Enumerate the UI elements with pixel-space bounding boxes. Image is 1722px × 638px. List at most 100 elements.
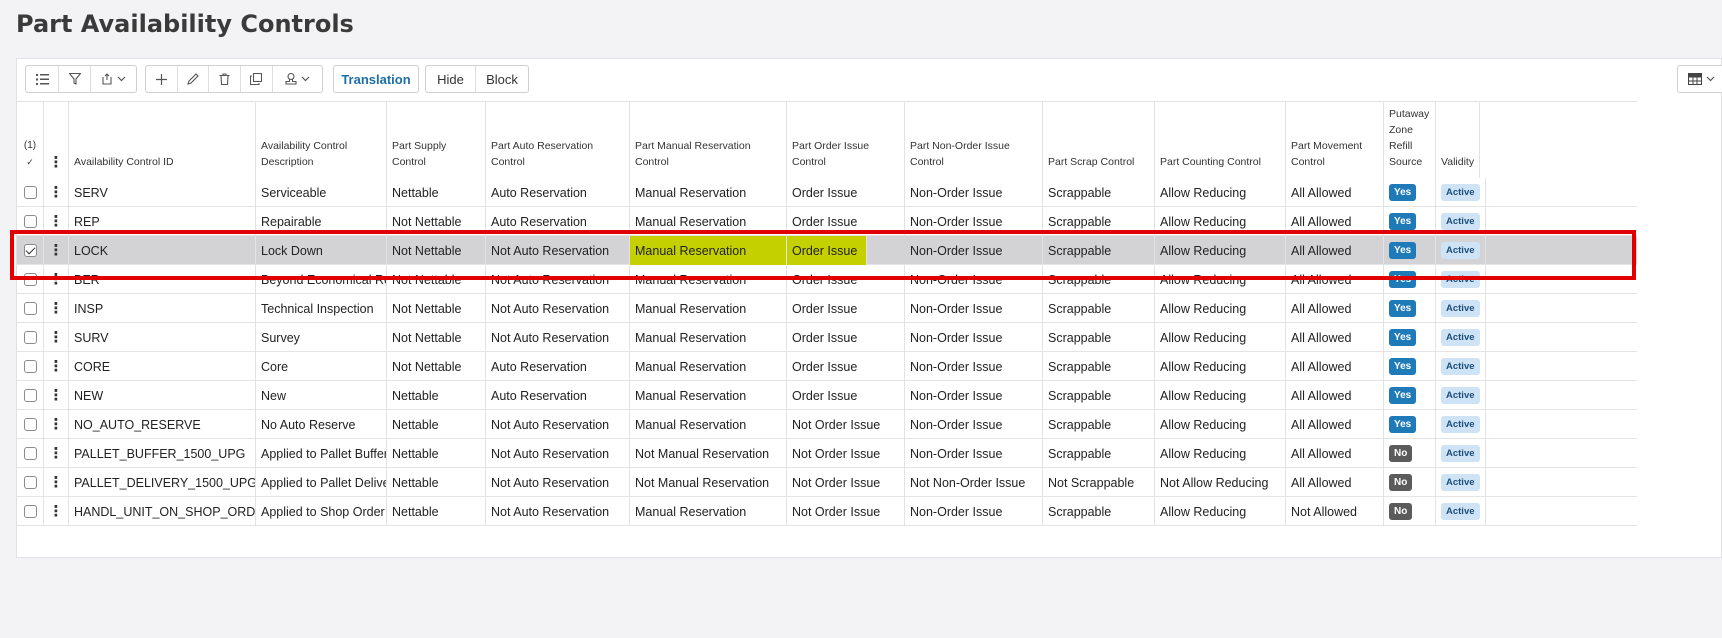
table-row[interactable]: ⋮ PALLET_BUFFER_1500_UPG Applied to Pallet… (17, 439, 1637, 468)
row-checkbox[interactable] (23, 302, 37, 315)
cell-movement-control: All Allowed (1286, 410, 1384, 439)
column-header-order-issue[interactable]: Part Order Issue Control (787, 102, 905, 178)
column-header-label: Part Counting Control (1160, 156, 1261, 168)
row-checkbox[interactable] (23, 331, 37, 344)
table-row[interactable]: ⋮ CORE Core Not Nettable Auto Reservation Man… (17, 352, 1637, 381)
table-row[interactable]: ⋮ SURV Survey Not Nettable Not Auto Reservat… (17, 323, 1637, 352)
table-row[interactable]: ⋮ BER Beyond Economical Repair Not Nettable… (17, 265, 1637, 294)
add-button[interactable] (146, 66, 178, 92)
cell-text: Non-Order Issue (910, 388, 1003, 403)
kebab-icon[interactable]: ⋮ (49, 330, 64, 345)
export-button[interactable] (91, 66, 136, 92)
header-actions[interactable]: ⋮ (44, 102, 69, 178)
cell-putaway-source: No (1384, 439, 1436, 468)
column-header-movement-control[interactable]: Part Movement Control (1286, 102, 1384, 178)
row-actions-cell: ⋮ (44, 294, 69, 323)
table-row[interactable]: ⋮ NEW New Nettable Auto Reservation Manual Re… (17, 381, 1637, 410)
kebab-icon[interactable]: ⋮ (49, 388, 64, 403)
cell-text: Not Nettable (392, 243, 462, 258)
table-row[interactable]: ⋮ INSP Technical Inspection Not Nettable Not… (17, 294, 1637, 323)
cell-text: Allow Reducing (1160, 214, 1247, 229)
row-checkbox[interactable] (23, 476, 37, 489)
column-header-auto-reservation[interactable]: Part Auto Reservation Control (486, 102, 630, 178)
row-checkbox[interactable] (23, 273, 37, 286)
cell-validity: Active (1436, 497, 1486, 526)
cell-text: All Allowed (1291, 272, 1352, 287)
cell-text: Allow Reducing (1160, 185, 1247, 200)
cell-movement-control: Not Allowed (1286, 497, 1384, 526)
kebab-icon[interactable]: ⋮ (49, 504, 64, 519)
edit-button[interactable] (178, 66, 210, 92)
hide-button[interactable]: Hide (426, 66, 476, 92)
kebab-icon[interactable]: ⋮ (49, 243, 64, 258)
kebab-icon[interactable]: ⋮ (49, 214, 64, 229)
row-checkbox[interactable] (23, 186, 37, 199)
kebab-icon[interactable]: ⋮ (49, 185, 64, 200)
row-checkbox[interactable] (23, 505, 37, 518)
export-icon (102, 73, 112, 85)
table-row[interactable]: ⋮ LOCK Lock Down Not Nettable Not Auto Reser… (17, 236, 1637, 265)
cell-auto-reservation: Auto Reservation (486, 352, 630, 381)
more-actions-button[interactable] (273, 66, 322, 92)
cell-supply-control: Nettable (387, 178, 486, 207)
table-row[interactable]: ⋮ SERV Serviceable Nettable Auto Reservation… (17, 178, 1637, 207)
putaway-badge: Yes (1389, 184, 1417, 201)
cell-validity: Active (1436, 381, 1486, 410)
cell-text: Order Issue (792, 243, 858, 258)
column-layout-button[interactable] (1678, 66, 1722, 92)
cell-text: Manual Reservation (635, 272, 747, 287)
cell-counting-control: Allow Reducing (1155, 497, 1286, 526)
column-header-supply-control[interactable]: Part Supply Control (387, 102, 486, 178)
cell-putaway-source: Yes (1384, 207, 1436, 236)
filter-button[interactable] (59, 66, 91, 92)
cell-supply-control: Nettable (387, 497, 486, 526)
cell-scrap-control: Scrappable (1043, 323, 1155, 352)
column-header-manual-reservation[interactable]: Part Manual Reservation Control (630, 102, 787, 178)
cell-text: Nettable (392, 388, 439, 403)
cell-text: Not Scrappable (1048, 475, 1135, 490)
kebab-icon[interactable]: ⋮ (49, 417, 64, 432)
table-row[interactable]: ⋮ REP Repairable Not Nettable Auto Reservati… (17, 207, 1637, 236)
kebab-icon[interactable]: ⋮ (49, 301, 64, 316)
duplicate-button[interactable] (241, 66, 273, 92)
row-checkbox[interactable] (23, 360, 37, 373)
row-checkbox[interactable] (23, 215, 37, 228)
hide-block-group: Hide Block (425, 65, 529, 93)
putaway-badge: Yes (1389, 329, 1417, 346)
cell-manual-reservation: Manual Reservation (630, 178, 787, 207)
selection-count: (1) ✓ (22, 138, 38, 170)
column-header-putaway-source[interactable]: Putaway Zone Refill Source (1384, 102, 1436, 178)
kebab-icon[interactable]: ⋮ (49, 446, 64, 461)
column-header-id[interactable]: Availability Control ID (69, 102, 256, 178)
table-row[interactable]: ⋮ NO_AUTO_RESERVE No Auto Reserve Nettable N… (17, 410, 1637, 439)
column-header-counting-control[interactable]: Part Counting Control (1155, 102, 1286, 178)
block-button[interactable]: Block (476, 66, 528, 92)
cell-text: Not Auto Reservation (491, 243, 610, 258)
cell-auto-reservation: Not Auto Reservation (486, 265, 630, 294)
header-select-all[interactable]: (1) ✓ (17, 102, 44, 178)
cell-auto-reservation: Not Auto Reservation (486, 236, 630, 265)
cell-text: Not Nettable (392, 330, 462, 345)
column-header-non-order-issue[interactable]: Part Non-Order Issue Control (905, 102, 1043, 178)
row-checkbox[interactable] (23, 389, 37, 402)
delete-button[interactable] (209, 66, 241, 92)
column-header-description[interactable]: Availability Control Description (256, 102, 387, 178)
table-row[interactable]: ⋮ HANDL_UNIT_ON_SHOP_ORDER Applied to Shop… (17, 497, 1637, 526)
row-checkbox[interactable] (23, 418, 37, 431)
kebab-icon[interactable]: ⋮ (49, 475, 64, 490)
translation-button[interactable]: Translation (334, 66, 418, 92)
cell-counting-control: Allow Reducing (1155, 265, 1286, 294)
cell-id: PALLET_DELIVERY_1500_UPG (69, 468, 256, 497)
cell-description: Lock Down (256, 236, 387, 265)
row-checkbox[interactable] (23, 244, 37, 257)
column-header-label: Availability Control Description (261, 140, 348, 168)
column-header-validity[interactable]: Validity (1436, 102, 1481, 178)
kebab-icon[interactable]: ⋮ (49, 359, 64, 374)
list-view-button[interactable] (26, 66, 60, 92)
table-row[interactable]: ⋮ PALLET_DELIVERY_1500_UPG Applied to Pall… (17, 468, 1637, 497)
plus-icon (155, 73, 167, 85)
row-select-cell (17, 381, 44, 410)
kebab-icon[interactable]: ⋮ (49, 272, 64, 287)
row-checkbox[interactable] (23, 447, 37, 460)
column-header-scrap-control[interactable]: Part Scrap Control (1043, 102, 1155, 178)
